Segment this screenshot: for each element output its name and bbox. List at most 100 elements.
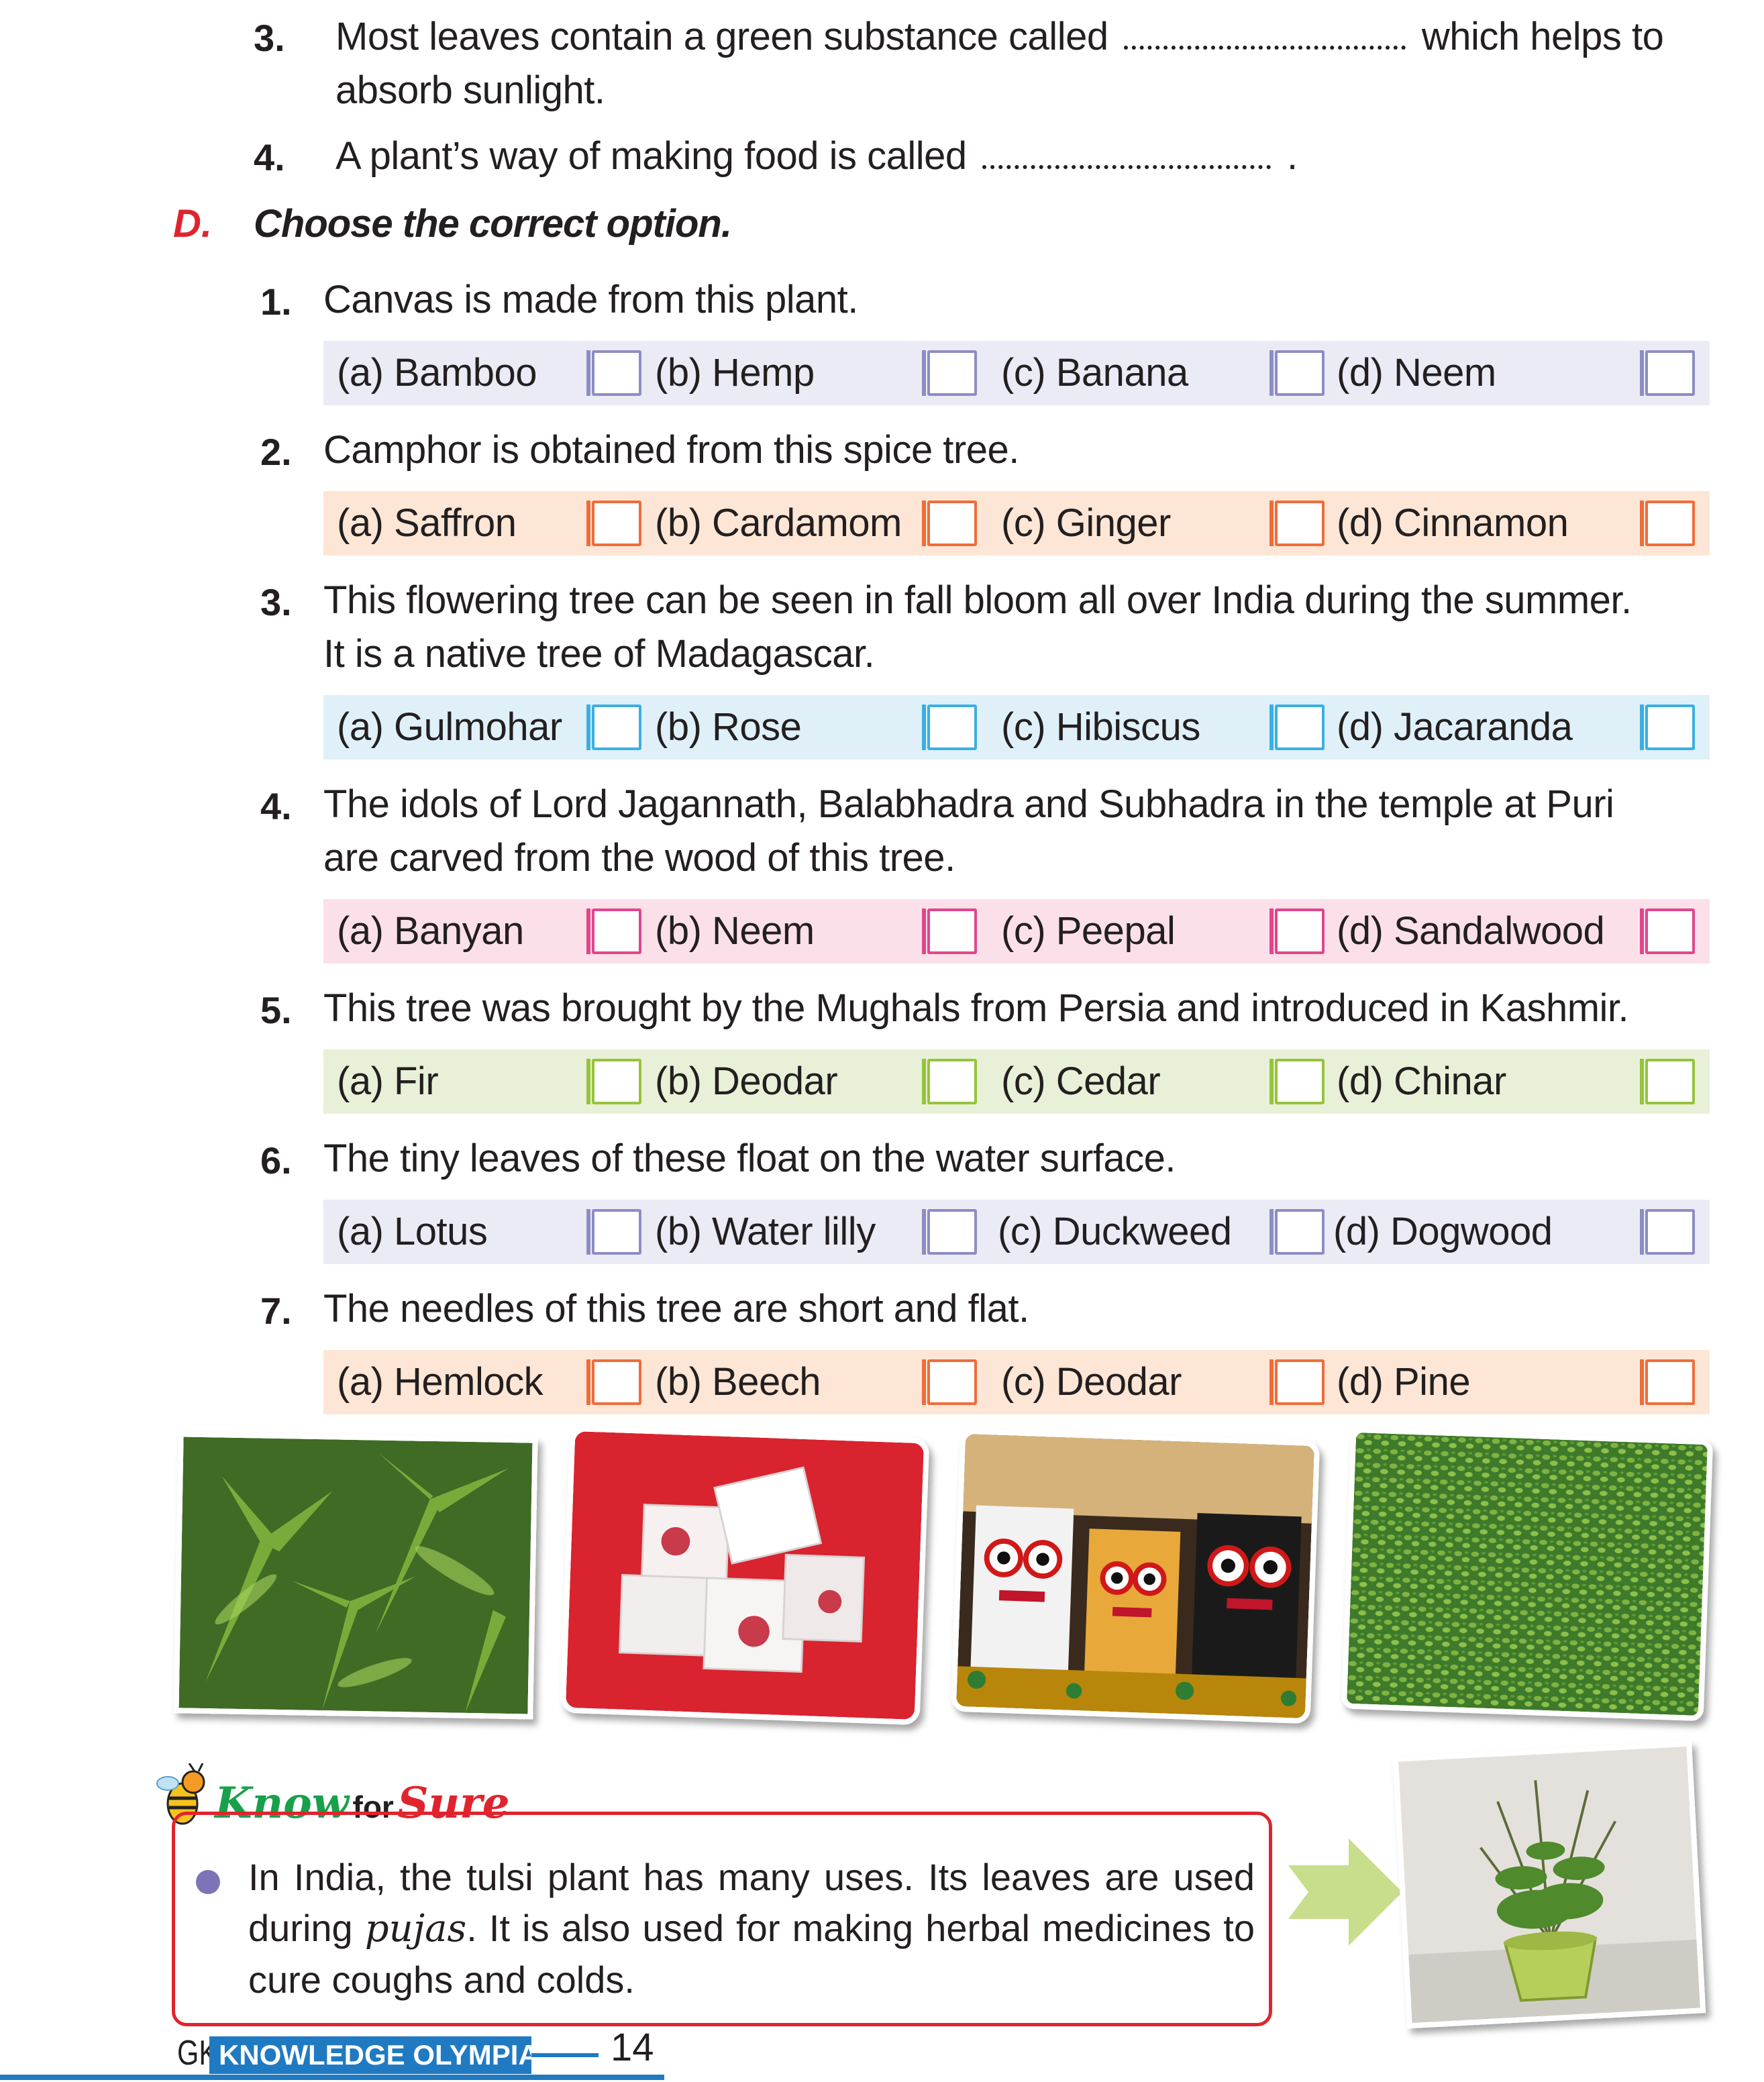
duckweed-photo bbox=[1341, 1426, 1714, 1722]
question-number: 2. bbox=[260, 431, 292, 473]
options-row: (a) Lotus (b) Water lilly (c) Duckweed (… bbox=[323, 1200, 1710, 1264]
options-row: (a) Banyan (b) Neem (c) Peepal (d) Sanda… bbox=[323, 899, 1710, 964]
tulsi-plant-photo bbox=[1392, 1740, 1706, 2029]
option-b-checkbox[interactable] bbox=[922, 705, 977, 750]
option-d-checkbox[interactable] bbox=[1640, 1209, 1695, 1255]
option-d: (d) Cinnamon bbox=[1337, 501, 1569, 545]
option-a: (a) Fir bbox=[337, 1059, 439, 1103]
question-number: 4. bbox=[260, 785, 292, 827]
option-d-checkbox[interactable] bbox=[1640, 501, 1695, 546]
options-row: (a) Saffron (b) Cardamom (c) Ginger (d) … bbox=[323, 491, 1710, 556]
option-d-checkbox[interactable] bbox=[1640, 350, 1695, 396]
question-text-line2: It is a native tree of Madagascar. bbox=[323, 632, 875, 676]
option-c-checkbox[interactable] bbox=[1269, 1059, 1325, 1104]
option-a-checkbox[interactable] bbox=[586, 908, 641, 954]
option-d-checkbox[interactable] bbox=[1640, 705, 1695, 750]
question-number: 3. bbox=[254, 17, 285, 59]
bullet-icon bbox=[196, 1870, 220, 1894]
question-text-after: which helps to bbox=[1421, 15, 1664, 58]
option-b: (b) Rose bbox=[655, 705, 802, 749]
question-number: 1. bbox=[260, 280, 292, 323]
question-text: This tree was brought by the Mughals fro… bbox=[323, 986, 1629, 1030]
option-b-checkbox[interactable] bbox=[922, 350, 977, 396]
option-c-checkbox[interactable] bbox=[1269, 705, 1325, 750]
option-a: (a) Lotus bbox=[337, 1210, 488, 1253]
option-a-checkbox[interactable] bbox=[586, 501, 641, 546]
option-c: (c) Ginger bbox=[1001, 501, 1171, 545]
option-d: (d) Pine bbox=[1337, 1360, 1471, 1404]
option-a-checkbox[interactable] bbox=[586, 705, 641, 750]
option-a-checkbox[interactable] bbox=[586, 1209, 641, 1255]
question-text: The idols of Lord Jagannath, Balabhadra … bbox=[323, 782, 1614, 826]
option-d: (d) Jacaranda bbox=[1337, 705, 1573, 749]
option-d: (d) Neem bbox=[1337, 351, 1496, 395]
option-d: (d) Chinar bbox=[1337, 1059, 1506, 1103]
answer-blank[interactable] bbox=[1124, 20, 1406, 50]
option-c-checkbox[interactable] bbox=[1269, 501, 1325, 546]
option-c: (c) Duckweed bbox=[998, 1210, 1232, 1253]
question-text-before: A plant’s way of making food is called bbox=[335, 134, 967, 178]
option-b-checkbox[interactable] bbox=[922, 1359, 977, 1405]
answer-blank[interactable] bbox=[982, 140, 1272, 169]
fact-text-italic: pujas bbox=[364, 1907, 467, 1950]
page-number: 14 bbox=[611, 2026, 654, 2069]
option-c: (c) Banana bbox=[1001, 351, 1188, 395]
question-number: 6. bbox=[260, 1139, 292, 1182]
question-number: 3. bbox=[260, 581, 292, 623]
option-d-checkbox[interactable] bbox=[1640, 1059, 1695, 1104]
question-text-line2: absorb sunlight. bbox=[335, 68, 605, 112]
section-title: Choose the correct option. bbox=[254, 202, 732, 246]
option-d: (d) Sandalwood bbox=[1337, 909, 1605, 953]
option-b-checkbox[interactable] bbox=[922, 1209, 977, 1255]
option-d-checkbox[interactable] bbox=[1640, 908, 1695, 954]
option-c: (c) Peepal bbox=[1001, 909, 1176, 953]
option-b-checkbox[interactable] bbox=[922, 1059, 977, 1104]
option-d-checkbox[interactable] bbox=[1640, 1359, 1695, 1405]
option-a: (a) Bamboo bbox=[337, 351, 537, 395]
option-b: (b) Hemp bbox=[655, 351, 815, 395]
question-text-after: . bbox=[1286, 134, 1298, 178]
option-a: (a) Hemlock bbox=[337, 1360, 543, 1404]
footer-band: KNOWLEDGE OLYMPIAD bbox=[209, 2036, 559, 2074]
option-b-checkbox[interactable] bbox=[922, 501, 977, 546]
question-text-before: Most leaves contain a green substance ca… bbox=[335, 15, 1108, 58]
question-text: This flowering tree can be seen in fall … bbox=[323, 578, 1632, 622]
question-text: Canvas is made from this plant. bbox=[323, 278, 858, 321]
footer-rule bbox=[0, 2075, 664, 2080]
option-c-checkbox[interactable] bbox=[1269, 350, 1325, 396]
option-c-checkbox[interactable] bbox=[1269, 1209, 1325, 1255]
option-b: (b) Neem bbox=[655, 909, 815, 953]
question-text: Most leaves contain a green substance ca… bbox=[335, 11, 1718, 63]
option-d: (d) Dogwood bbox=[1333, 1210, 1553, 1253]
option-a-checkbox[interactable] bbox=[586, 350, 641, 396]
option-c-checkbox[interactable] bbox=[1269, 908, 1325, 954]
question-text: A plant’s way of making food is called . bbox=[335, 130, 1718, 183]
option-c-checkbox[interactable] bbox=[1269, 1359, 1325, 1405]
option-b: (b) Beech bbox=[655, 1360, 821, 1404]
option-a-checkbox[interactable] bbox=[586, 1359, 641, 1405]
option-b: (b) Cardamom bbox=[655, 501, 902, 545]
question-text-line2: are carved from the wood of this tree. bbox=[323, 836, 955, 880]
camphor-cubes-photo bbox=[560, 1425, 930, 1726]
option-c: (c) Hibiscus bbox=[1001, 705, 1200, 749]
option-c: (c) Cedar bbox=[1001, 1059, 1161, 1103]
question-text: Camphor is obtained from this spice tree… bbox=[323, 428, 1019, 472]
know-for-sure-text: In India, the tulsi plant has many uses.… bbox=[248, 1852, 1255, 2006]
options-row: (a) Fir (b) Deodar (c) Cedar (d) Chinar bbox=[323, 1049, 1710, 1114]
question-text: The needles of this tree are short and f… bbox=[323, 1287, 1029, 1331]
question-number: 4. bbox=[254, 136, 285, 178]
section-letter: D. bbox=[173, 202, 212, 246]
option-b: (b) Water lilly bbox=[655, 1210, 876, 1253]
option-a: (a) Saffron bbox=[337, 501, 517, 545]
option-a-checkbox[interactable] bbox=[586, 1059, 641, 1104]
question-text: The tiny leaves of these float on the wa… bbox=[323, 1137, 1176, 1180]
option-b: (b) Deodar bbox=[655, 1059, 838, 1103]
footer-rule-short bbox=[531, 2053, 599, 2057]
option-a: (a) Banyan bbox=[337, 909, 524, 953]
option-c: (c) Deodar bbox=[1001, 1360, 1182, 1404]
hemp-leaves-photo bbox=[173, 1431, 538, 1720]
question-number: 5. bbox=[260, 989, 292, 1031]
option-b-checkbox[interactable] bbox=[922, 908, 977, 954]
question-number: 7. bbox=[260, 1290, 292, 1332]
option-a: (a) Gulmohar bbox=[337, 705, 562, 749]
